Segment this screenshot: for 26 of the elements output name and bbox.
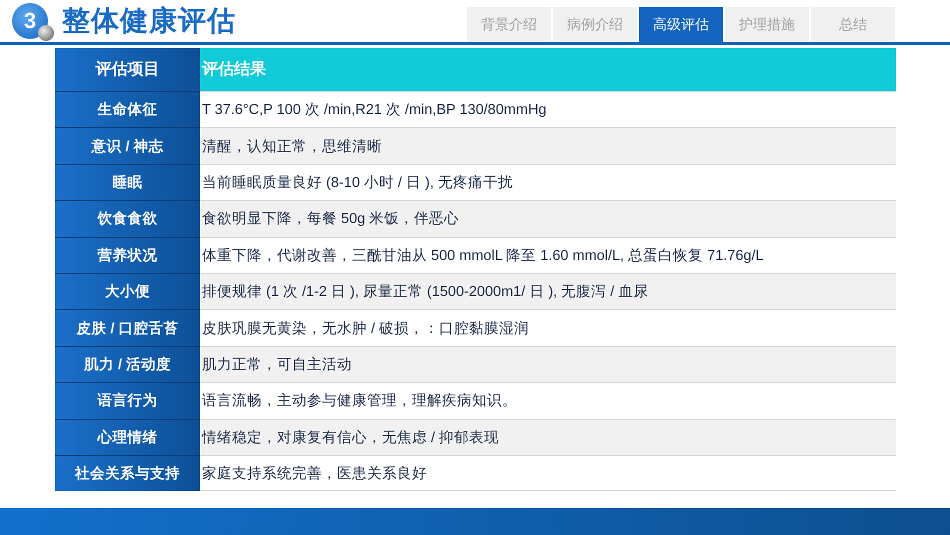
column-header: 评估项目: [55, 48, 200, 91]
row-header: 营养状况: [55, 236, 200, 273]
row-header: 皮肤 / 口腔舌苔: [55, 309, 200, 346]
table-cell: 食欲明显下降，每餐 50g 米饭，伴恶心: [200, 200, 896, 237]
sphere-icon: [38, 25, 54, 41]
row-header: 社会关系与支持: [55, 454, 200, 492]
row-header: 心理情绪: [55, 418, 200, 455]
row-header: 饮食食欲: [55, 200, 200, 237]
row-header: 睡眠: [55, 164, 200, 200]
row-header: 肌力 / 活动度: [55, 346, 200, 382]
nav-tab[interactable]: 护理措施: [725, 7, 809, 42]
nav-tab[interactable]: 病例介绍: [553, 7, 637, 42]
column-header: 评估结果: [200, 48, 896, 91]
row-header: 意识 / 神志: [55, 127, 200, 164]
nav-tab[interactable]: 高级评估: [639, 7, 723, 42]
row-header: 语言行为: [55, 382, 200, 419]
row-header: 生命体征: [55, 91, 200, 128]
slide-title: 整体健康评估: [62, 4, 236, 38]
table-cell: 肌力正常，可自主活动: [200, 346, 896, 382]
table-cell: 清醒，认知正常，思维清晰: [200, 127, 896, 164]
table-cell: 情绪稳定，对康复有信心，无焦虑 / 抑郁表现: [200, 418, 896, 455]
row-header: 大小便: [55, 272, 200, 310]
table-cell: 家庭支持系统完善，医患关系良好: [200, 454, 896, 492]
nav-tab[interactable]: 总结: [811, 7, 895, 42]
table-cell: 排便规律 (1 次 /1-2 日 ), 尿量正常 (1500-2000m1/ 日 ), 无腹泻 / 血尿: [200, 272, 896, 310]
nav-tab[interactable]: 背景介绍: [467, 7, 551, 42]
